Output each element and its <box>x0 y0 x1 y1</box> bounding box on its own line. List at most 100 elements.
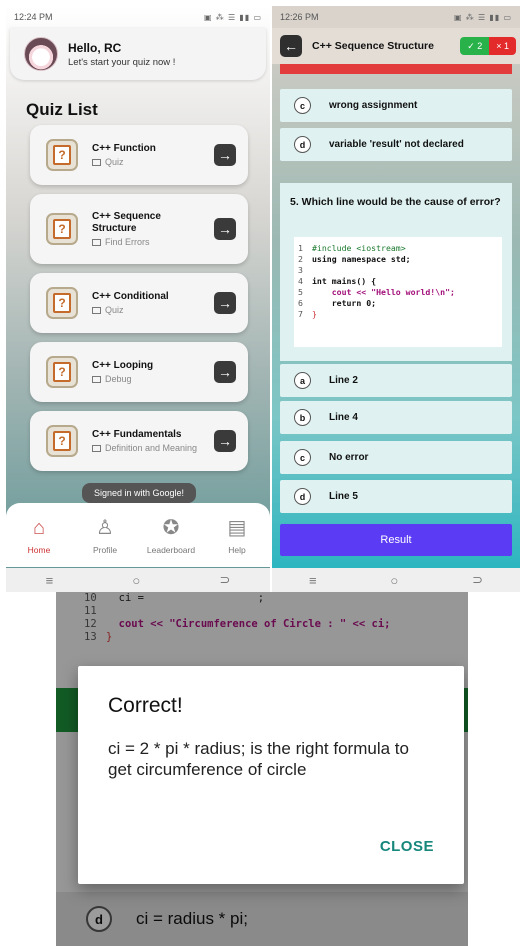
option-text: variable 'result' not declared <box>329 139 464 150</box>
open-quiz-button[interactable]: → <box>214 218 236 240</box>
calendar-icon <box>92 158 101 166</box>
calendar-icon <box>92 238 101 246</box>
leaderboard-icon: ✪ <box>162 517 180 539</box>
wrong-answer-highlight <box>280 64 512 74</box>
option-b[interactable]: b Line 4 <box>280 401 512 434</box>
result-button[interactable]: Result <box>280 524 512 556</box>
page-title: Quiz List <box>26 100 98 119</box>
status-time: 12:26 PM <box>280 12 319 22</box>
quiz-card-conditional[interactable]: ? C++ Conditional Quiz → <box>30 273 248 333</box>
prev-option-c[interactable]: c wrong assignment <box>280 89 512 122</box>
menu-icon[interactable]: ≡ <box>309 573 317 588</box>
quiz-header: ← C++ Sequence Structure ✓ 2 × 1 <box>272 28 520 64</box>
question-card: 5. Which line would be the cause of erro… <box>280 183 512 361</box>
calendar-icon <box>92 444 101 452</box>
option-text: No error <box>329 452 369 463</box>
option-d[interactable]: d Line 5 <box>280 480 512 513</box>
quiz-card-looping[interactable]: ? C++ Looping Debug → <box>30 342 248 402</box>
quiz-icon: ? <box>46 425 78 457</box>
nav-leaderboard[interactable]: ✪ Leaderboard <box>141 517 201 555</box>
quiz-card-fundamentals[interactable]: ? C++ Fundamentals Definition and Meanin… <box>30 411 248 471</box>
wrong-count: × 1 <box>489 37 516 55</box>
back-icon[interactable]: ⊃ <box>472 572 483 588</box>
nav-help[interactable]: ▤ Help <box>207 517 267 555</box>
option-letter: c <box>294 97 311 114</box>
help-icon: ▤ <box>227 517 247 539</box>
code-line: 6 return 0; <box>298 298 377 308</box>
score-pill: ✓ 2 × 1 <box>460 37 516 55</box>
prev-option-d[interactable]: d variable 'result' not declared <box>280 128 512 161</box>
calendar-icon <box>92 375 101 383</box>
dialog-title: Correct! <box>108 694 183 717</box>
quiz-icon: ? <box>46 356 78 388</box>
home-icon: ⌂ <box>32 517 46 539</box>
quiz-title: C++ Conditional <box>92 291 169 302</box>
greeting-title: Hello, RC <box>68 40 122 55</box>
code-line: 7} <box>298 309 317 319</box>
avatar[interactable] <box>24 37 58 71</box>
quiz-type: Quiz <box>92 157 206 167</box>
quiz-title: C++ Sequence Structure <box>92 211 161 234</box>
close-button[interactable]: CLOSE <box>380 838 434 855</box>
bottom-nav: ⌂ Home ♙ Profile ✪ Leaderboard ▤ Help <box>6 503 270 567</box>
back-button[interactable]: ← <box>280 35 302 57</box>
quiz-screen: 12:26 PM ▣ ⁂ ☰ ▮▮ ▭ ← C++ Sequence Struc… <box>272 6 520 592</box>
open-quiz-button[interactable]: → <box>214 292 236 314</box>
quiz-icon: ? <box>46 139 78 171</box>
status-bar: 12:26 PM ▣ ⁂ ☰ ▮▮ ▭ <box>272 6 520 28</box>
quiz-icon: ? <box>46 213 78 245</box>
quiz-type: Debug <box>92 374 206 384</box>
status-icons: ▣ ⁂ ☰ ▮▮ ▭ <box>454 12 512 22</box>
toast-message: Signed in with Google! <box>82 483 196 503</box>
quiz-title: C++ Fundamentals <box>92 429 182 440</box>
status-icons: ▣ ⁂ ☰ ▮▮ ▭ <box>204 12 262 22</box>
option-c[interactable]: c No error <box>280 441 512 474</box>
option-letter: d <box>294 488 311 505</box>
dialog-message: ci = 2 * pi * radius; is the right formu… <box>108 739 409 779</box>
option-letter: a <box>294 372 311 389</box>
nav-profile[interactable]: ♙ Profile <box>75 517 135 555</box>
home-screen: 12:24 PM ▣ ⁂ ☰ ▮▮ ▭ Hello, RC Let's star… <box>6 6 270 592</box>
status-bar: 12:24 PM ▣ ⁂ ☰ ▮▮ ▭ <box>6 6 270 28</box>
back-icon[interactable]: ⊃ <box>219 572 230 588</box>
option-text: Line 4 <box>329 412 358 423</box>
home-circle-icon[interactable]: ○ <box>132 573 140 588</box>
question-text: 5. Which line would be the cause of erro… <box>290 196 501 208</box>
option-text: Line 5 <box>329 491 358 502</box>
home-circle-icon[interactable]: ○ <box>390 573 398 588</box>
code-line: 2 using namespace std; <box>298 254 411 264</box>
code-line: 5 cout << "Hello world!\n"; <box>298 287 455 297</box>
code-line: 4 int mains() { <box>298 276 377 286</box>
status-time: 12:24 PM <box>14 12 53 22</box>
greeting-card: Hello, RC Let's start your quiz now ! <box>10 28 266 80</box>
correct-count: ✓ 2 <box>460 37 490 55</box>
quiz-type: Quiz <box>92 305 206 315</box>
system-nav-bar: ≡ ○ ⊃ <box>272 568 520 592</box>
option-text: Line 2 <box>329 375 358 386</box>
feedback-dialog: Correct! ci = 2 * pi * radius; is the ri… <box>78 666 464 884</box>
quiz-title: C++ Function <box>92 143 156 154</box>
open-quiz-button[interactable]: → <box>214 430 236 452</box>
open-quiz-button[interactable]: → <box>214 144 236 166</box>
code-line: 3 <box>298 265 303 275</box>
quiz-icon: ? <box>46 287 78 319</box>
option-letter: b <box>294 409 311 426</box>
answer-feedback-screen: 10 ci = ; 11 12 cout << "Circumference o… <box>56 592 468 946</box>
option-letter: c <box>294 449 311 466</box>
option-text: wrong assignment <box>329 100 418 111</box>
quiz-title: C++ Looping <box>92 360 154 371</box>
option-a[interactable]: a Line 2 <box>280 364 512 397</box>
menu-icon[interactable]: ≡ <box>46 573 54 588</box>
code-line: 1 #include <iostream> <box>298 243 406 253</box>
quiz-type: Definition and Meaning <box>92 443 206 453</box>
quiz-title: C++ Sequence Structure <box>312 40 434 52</box>
code-snippet: 1 #include <iostream> 2 using namespace st… <box>294 237 502 347</box>
calendar-icon <box>92 306 101 314</box>
quiz-type: Find Errors <box>92 237 206 247</box>
quiz-card-sequence-structure[interactable]: ? C++ Sequence Structure Find Errors → <box>30 194 248 264</box>
nav-home[interactable]: ⌂ Home <box>9 517 69 555</box>
greeting-subtitle: Let's start your quiz now ! <box>68 56 176 68</box>
open-quiz-button[interactable]: → <box>214 361 236 383</box>
profile-icon: ♙ <box>96 517 114 539</box>
quiz-card-function[interactable]: ? C++ Function Quiz → <box>30 125 248 185</box>
